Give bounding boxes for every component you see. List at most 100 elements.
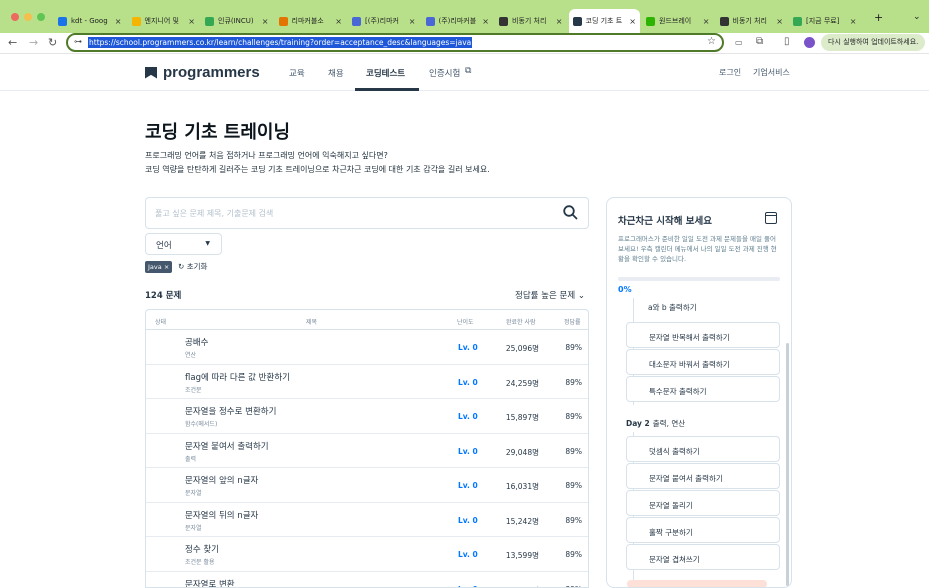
browser-tab-strip: kdt - Goog × 엔지니어 및 × 인큐(INCU) × 리마커블소 × [(주)리마커…: [0, 0, 929, 33]
search-icon[interactable]: [562, 204, 579, 221]
problem-title[interactable]: 문자열 붙여서 출력하기: [185, 440, 269, 452]
table-row[interactable]: flag에 따라 다른 값 반환하기 조건문 Lv. 0 24,259명 89%: [146, 365, 588, 399]
browser-tab[interactable]: 인큐(INCU) ×: [201, 9, 273, 33]
problem-level: Lv. 0: [458, 585, 478, 588]
problem-table: 상태 제목 난이도 완료한 사람 정답률 공배수 연산 Lv. 0 25,096명 89…: [145, 309, 589, 588]
close-window-button[interactable]: [11, 13, 19, 21]
browser-tab[interactable]: 엔지니어 및 ×: [128, 9, 200, 33]
maximize-window-button[interactable]: [37, 13, 45, 21]
problem-rate: 89%: [565, 377, 582, 387]
address-bar-url[interactable]: https://school.programmers.co.kr/learn/c…: [88, 37, 473, 48]
table-row[interactable]: 문자열로 변환 Lv. 0 15,517명 89%: [146, 572, 588, 588]
problem-title[interactable]: flag에 따라 다른 값 반환하기: [185, 371, 290, 383]
challenge-item[interactable]: 대소문자 바꿔서 출력하기: [626, 349, 780, 375]
browser-tab[interactable]: 리마커블소 ×: [275, 9, 347, 33]
browser-tab[interactable]: 원드브레이 ×: [642, 9, 714, 33]
browser-tab[interactable]: 코딩 기초 트 ×: [568, 9, 640, 33]
forward-icon[interactable]: →: [29, 36, 38, 49]
address-bar[interactable]: ⊶ https://school.programmers.co.kr/learn…: [66, 33, 724, 52]
side-description: 프로그래머스가 준비한 일일 도전 과제 문제들을 매일 풀어 보세요! 우측 …: [618, 235, 777, 263]
challenge-item[interactable]: 문자열 겹쳐쓰기: [626, 544, 780, 570]
new-tab-button[interactable]: +: [874, 11, 883, 24]
browser-tab[interactable]: kdt - Goog ×: [54, 9, 126, 33]
login-link[interactable]: 로그인: [719, 67, 741, 78]
calendar-icon[interactable]: [765, 212, 777, 224]
chevron-down-icon[interactable]: ⌄: [913, 12, 921, 22]
close-tab-icon[interactable]: ×: [262, 17, 269, 26]
reload-icon[interactable]: ↻: [48, 36, 57, 49]
external-link-icon: ⧉: [465, 66, 472, 76]
nav-certification[interactable]: 인증시험: [429, 67, 460, 79]
problem-level: Lv. 0: [458, 550, 478, 559]
table-row[interactable]: 정수 찾기 조건문 활용 Lv. 0 13,599명 89%: [146, 537, 588, 572]
browser-tab-label: kdt - Goog: [71, 17, 108, 25]
problem-title[interactable]: 정수 찾기: [185, 543, 219, 555]
challenge-item[interactable]: 덧셈식 출력하기: [626, 436, 780, 462]
nav-education[interactable]: 교육: [289, 67, 305, 79]
bookmark-star-icon[interactable]: ☆: [707, 36, 716, 47]
chip-close-icon[interactable]: ×: [164, 263, 169, 271]
problem-level: Lv. 0: [458, 377, 478, 387]
site-info-icon[interactable]: ⊶: [74, 37, 82, 46]
problem-completed: 15,242명: [505, 516, 539, 526]
back-icon[interactable]: ←: [8, 36, 17, 49]
close-tab-icon[interactable]: ×: [188, 17, 195, 26]
problem-rate: 89%: [565, 481, 582, 490]
challenge-item[interactable]: a와 b 출력하기: [626, 298, 780, 319]
browser-tab[interactable]: [지금 무료] ×: [789, 9, 861, 33]
browser-tab[interactable]: [(주)리마커 ×: [348, 9, 420, 33]
minimize-window-button[interactable]: [24, 13, 32, 21]
close-tab-icon[interactable]: ×: [703, 17, 710, 26]
extensions-icon[interactable]: ⧉: [756, 36, 763, 47]
nav-coding-test[interactable]: 코딩테스트: [366, 67, 405, 79]
problem-title[interactable]: 문자열을 정수로 변환하기: [185, 405, 276, 417]
close-tab-icon[interactable]: ×: [482, 17, 489, 26]
close-tab-icon[interactable]: ×: [556, 17, 563, 26]
close-tab-icon[interactable]: ×: [115, 17, 122, 26]
sort-dropdown[interactable]: 정답률 높은 문제 ⌄: [515, 289, 585, 301]
challenge-item[interactable]: 문자열 돌리기: [626, 490, 780, 516]
challenge-item[interactable]: 문자열 반복해서 출력하기: [626, 322, 780, 348]
close-tab-icon[interactable]: ×: [776, 17, 783, 26]
challenge-item[interactable]: 홀짝 구분하기: [626, 517, 780, 543]
problem-rate: 89%: [565, 412, 582, 421]
header-completed: 완료한 사람: [506, 319, 536, 326]
reset-filter-button[interactable]: ↻ 초기화: [178, 261, 207, 273]
update-browser-button[interactable]: 다시 실행하여 업데이트하세요.: [821, 34, 925, 51]
browser-tab-label: (주)리마커블: [438, 17, 477, 25]
search-box[interactable]: 풀고 싶은 문제 제목, 기출문제 검색: [145, 197, 589, 229]
close-tab-icon[interactable]: ×: [850, 17, 857, 26]
problem-title[interactable]: 문자열의 앞의 n글자: [185, 474, 258, 486]
nav-jobs[interactable]: 채용: [328, 67, 344, 79]
problem-category: 출력: [185, 455, 197, 463]
day2-label: Day 2: [626, 419, 650, 428]
programmers-logo[interactable]: programmers: [145, 64, 260, 81]
profile-swap-icon[interactable]: ▭: [735, 38, 743, 47]
browser-tab[interactable]: 비동기 처리 ×: [716, 9, 788, 33]
challenge-item[interactable]: 특수문자 출력하기: [626, 376, 780, 402]
problem-title[interactable]: 문자열의 뒤의 n글자: [185, 509, 258, 521]
side-panel-icon[interactable]: ▯: [784, 36, 790, 47]
browser-tab[interactable]: 비동기 처리 ×: [495, 9, 567, 33]
table-row[interactable]: 문자열을 정수로 변환하기 함수(메서드) Lv. 0 15,897명 89%: [146, 399, 588, 434]
language-select[interactable]: 언어 ▼: [145, 233, 222, 255]
problem-completed: 15,897명: [505, 413, 539, 422]
browser-tab[interactable]: (주)리마커블 ×: [422, 9, 494, 33]
problem-title[interactable]: 문자열로 변환: [185, 578, 235, 588]
problem-completed: 15,517명: [506, 585, 539, 588]
language-filter-chip[interactable]: Java ×: [145, 261, 173, 273]
table-row[interactable]: 문자열 붙여서 출력하기 출력 Lv. 0 29,048명 89%: [146, 434, 588, 468]
table-row[interactable]: 문자열의 뒤의 n글자 문자열 Lv. 0 15,242명 89%: [146, 503, 588, 537]
table-row[interactable]: 공배수 연산 Lv. 0 25,096명 89%: [146, 330, 588, 365]
table-row[interactable]: 문자열의 앞의 n글자 문자열 Lv. 0 16,031명 89%: [146, 468, 588, 503]
close-tab-icon[interactable]: ×: [629, 17, 636, 26]
problem-title[interactable]: 공배수: [185, 336, 208, 348]
business-link[interactable]: 기업서비스: [753, 67, 790, 78]
challenge-item[interactable]: 문자열 붙여서 출력하기: [626, 463, 780, 489]
close-tab-icon[interactable]: ×: [409, 17, 416, 26]
panel-scrollbar[interactable]: [786, 343, 789, 586]
programmers-icon: [572, 16, 582, 26]
table-header: 상태 제목 난이도 완료한 사람 정답률: [146, 310, 588, 330]
close-tab-icon[interactable]: ×: [335, 17, 342, 26]
profile-avatar[interactable]: [804, 37, 815, 48]
